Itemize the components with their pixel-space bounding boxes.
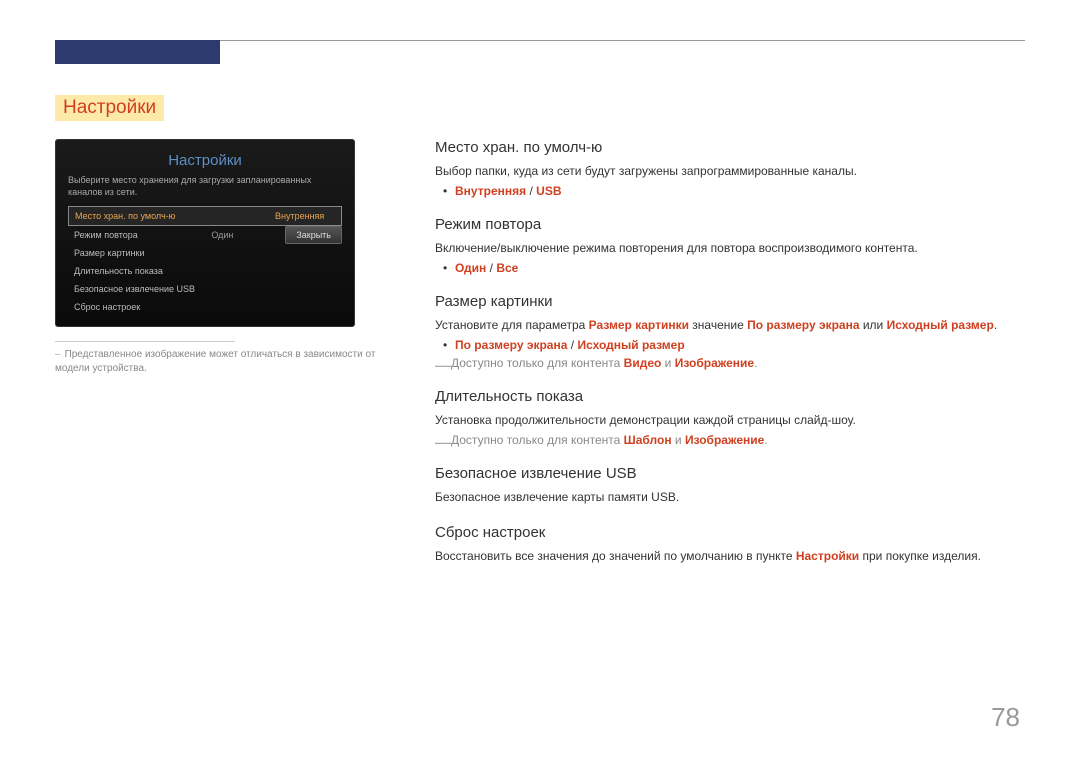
section-body: Включение/выключение режима повторения д… (435, 239, 1025, 257)
dash-icon: ― (435, 433, 453, 451)
two-column-layout: Настройки Выберите место хранения для за… (55, 139, 1025, 583)
section-heading: Сброс настроек (435, 524, 1025, 541)
mock-ui-row-label: Режим повтора (74, 230, 211, 240)
section-safe-remove-usb: Безопасное извлечение USB Безопасное изв… (435, 465, 1025, 506)
section-heading: Размер картинки (435, 293, 1025, 310)
mock-ui-row-selected[interactable]: Место хран. по умолч-ю Внутренняя (68, 206, 342, 226)
mock-ui-row-label: Безопасное извлечение USB (74, 284, 336, 294)
note-line: ― Доступно только для контента Шаблон и … (435, 433, 1025, 447)
mock-ui-row[interactable]: Сброс настроек (68, 298, 342, 316)
mock-ui-row[interactable]: Режим повтора Один (68, 226, 277, 244)
section-reset: Сброс настроек Восстановить все значения… (435, 524, 1025, 565)
page-number: 78 (991, 702, 1020, 733)
mock-ui-row-value: Внутренняя (275, 211, 335, 221)
section-body: Выбор папки, куда из сети будут загружен… (435, 162, 1025, 180)
dash-icon: ― (435, 356, 453, 374)
page-accent-bar (55, 40, 220, 64)
mock-ui-row-label: Сброс настроек (74, 302, 336, 312)
section-heading: Безопасное извлечение USB (435, 465, 1025, 482)
mock-ui-row-label: Размер картинки (74, 248, 336, 258)
settings-mock-ui: Настройки Выберите место хранения для за… (55, 139, 355, 327)
section-body: Восстановить все значения до значений по… (435, 547, 1025, 565)
left-column: Настройки Выберите место хранения для за… (55, 139, 405, 583)
mock-ui-title: Настройки (68, 148, 342, 175)
section-body: Установите для параметра Размер картинки… (435, 316, 1025, 334)
section-body: Установка продолжительности демонстрации… (435, 411, 1025, 429)
footnote-divider (55, 341, 235, 342)
section-heading: Режим повтора (435, 216, 1025, 233)
close-button[interactable]: Закрыть (285, 226, 342, 244)
mock-ui-row-value: Один (211, 230, 271, 240)
content-area: Настройки Настройки Выберите место хране… (55, 95, 1025, 583)
mock-ui-row-label: Длительность показа (74, 266, 336, 276)
dash-icon: – (55, 349, 61, 360)
section-default-storage: Место хран. по умолч-ю Выбор папки, куда… (435, 139, 1025, 198)
section-heading: Место хран. по умолч-ю (435, 139, 1025, 156)
section-display-duration: Длительность показа Установка продолжите… (435, 388, 1025, 447)
footnote-text: –Представленное изображение может отлича… (55, 348, 405, 376)
section-body: Безопасное извлечение карты памяти USB. (435, 488, 1025, 506)
section-repeat-mode: Режим повтора Включение/выключение режим… (435, 216, 1025, 275)
note-line: ― Доступно только для контента Видео и И… (435, 356, 1025, 370)
right-column: Место хран. по умолч-ю Выбор папки, куда… (435, 139, 1025, 583)
mock-ui-row-label: Место хран. по умолч-ю (75, 211, 275, 221)
mock-ui-row[interactable]: Безопасное извлечение USB (68, 280, 342, 298)
bullet-options: Один / Все (435, 261, 1025, 275)
mock-ui-row[interactable]: Размер картинки (68, 244, 342, 262)
bullet-options: По размеру экрана / Исходный размер (435, 338, 1025, 352)
section-title: Настройки (55, 95, 164, 121)
mock-ui-description: Выберите место хранения для загрузки зап… (68, 175, 342, 198)
bullet-options: Внутренняя / USB (435, 184, 1025, 198)
section-heading: Длительность показа (435, 388, 1025, 405)
mock-ui-row[interactable]: Длительность показа (68, 262, 342, 280)
section-picture-size: Размер картинки Установите для параметра… (435, 293, 1025, 370)
